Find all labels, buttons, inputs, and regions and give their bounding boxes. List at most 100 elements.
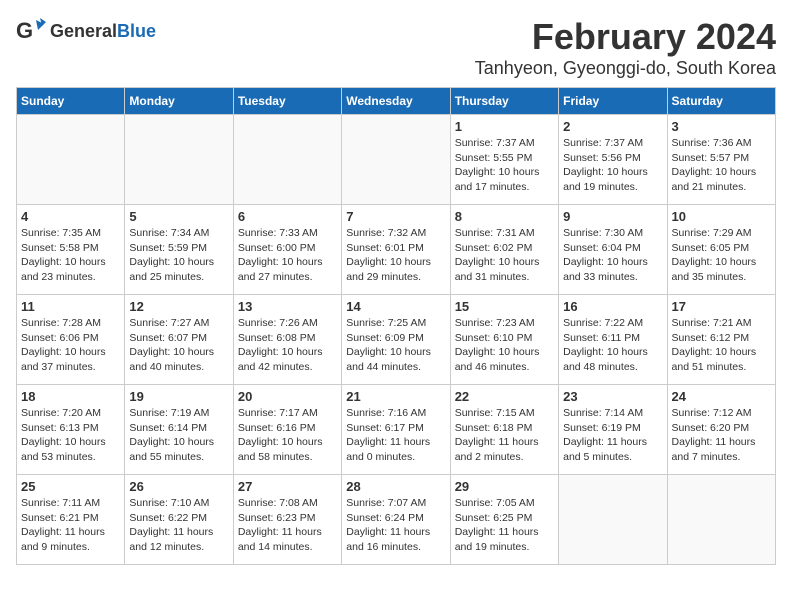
calendar-cell: 10 Sunrise: 7:29 AM Sunset: 6:05 PM Dayli… <box>667 205 775 295</box>
logo-blue: Blue <box>117 21 156 41</box>
day-info: Sunrise: 7:22 AM Sunset: 6:11 PM Dayligh… <box>563 316 662 375</box>
day-number: 21 <box>346 389 445 404</box>
day-number: 29 <box>455 479 554 494</box>
calendar-cell: 8 Sunrise: 7:31 AM Sunset: 6:02 PM Daylig… <box>450 205 558 295</box>
calendar-cell: 29 Sunrise: 7:05 AM Sunset: 6:25 PM Dayli… <box>450 475 558 565</box>
day-number: 19 <box>129 389 228 404</box>
calendar-cell: 28 Sunrise: 7:07 AM Sunset: 6:24 PM Dayli… <box>342 475 450 565</box>
calendar-cell: 2 Sunrise: 7:37 AM Sunset: 5:56 PM Daylig… <box>559 115 667 205</box>
day-number: 5 <box>129 209 228 224</box>
day-info: Sunrise: 7:29 AM Sunset: 6:05 PM Dayligh… <box>672 226 771 285</box>
title-area: February 2024 Tanhyeon, Gyeonggi-do, Sou… <box>475 16 776 79</box>
calendar-cell <box>667 475 775 565</box>
day-number: 18 <box>21 389 120 404</box>
day-info: Sunrise: 7:08 AM Sunset: 6:23 PM Dayligh… <box>238 496 337 555</box>
day-number: 25 <box>21 479 120 494</box>
calendar-cell: 3Sunrise: 7:36 AM Sunset: 5:57 PM Daylig… <box>667 115 775 205</box>
day-number: 7 <box>346 209 445 224</box>
day-info: Sunrise: 7:33 AM Sunset: 6:00 PM Dayligh… <box>238 226 337 285</box>
calendar-cell: 12Sunrise: 7:27 AM Sunset: 6:07 PM Dayli… <box>125 295 233 385</box>
day-info: Sunrise: 7:05 AM Sunset: 6:25 PM Dayligh… <box>455 496 554 555</box>
calendar-cell: 13Sunrise: 7:26 AM Sunset: 6:08 PM Dayli… <box>233 295 341 385</box>
day-info: Sunrise: 7:32 AM Sunset: 6:01 PM Dayligh… <box>346 226 445 285</box>
calendar-cell <box>125 115 233 205</box>
day-info: Sunrise: 7:11 AM Sunset: 6:21 PM Dayligh… <box>21 496 120 555</box>
calendar-cell: 9 Sunrise: 7:30 AM Sunset: 6:04 PM Daylig… <box>559 205 667 295</box>
calendar-cell: 16 Sunrise: 7:22 AM Sunset: 6:11 PM Dayli… <box>559 295 667 385</box>
day-number: 10 <box>672 209 771 224</box>
calendar-body: 1 Sunrise: 7:37 AM Sunset: 5:55 PM Daylig… <box>17 115 776 565</box>
header-monday: Monday <box>125 88 233 115</box>
day-number: 12 <box>129 299 228 314</box>
day-info: Sunrise: 7:19 AM Sunset: 6:14 PM Dayligh… <box>129 406 228 465</box>
page-header: G GeneralBlue February 2024 Tanhyeon, Gy… <box>16 16 776 79</box>
calendar-cell <box>559 475 667 565</box>
header-tuesday: Tuesday <box>233 88 341 115</box>
calendar-cell: 15 Sunrise: 7:23 AM Sunset: 6:10 PM Dayli… <box>450 295 558 385</box>
header-friday: Friday <box>559 88 667 115</box>
day-info: Sunrise: 7:37 AM Sunset: 5:55 PM Dayligh… <box>455 136 554 195</box>
day-info: Sunrise: 7:17 AM Sunset: 6:16 PM Dayligh… <box>238 406 337 465</box>
svg-text:G: G <box>16 18 33 43</box>
calendar-cell: 20 Sunrise: 7:17 AM Sunset: 6:16 PM Dayli… <box>233 385 341 475</box>
day-info: Sunrise: 7:16 AM Sunset: 6:17 PM Dayligh… <box>346 406 445 465</box>
logo-icon: G <box>16 16 46 46</box>
day-number: 20 <box>238 389 337 404</box>
day-info: Sunrise: 7:35 AM Sunset: 5:58 PM Dayligh… <box>21 226 120 285</box>
day-info: Sunrise: 7:31 AM Sunset: 6:02 PM Dayligh… <box>455 226 554 285</box>
day-number: 26 <box>129 479 228 494</box>
day-info: Sunrise: 7:34 AM Sunset: 5:59 PM Dayligh… <box>129 226 228 285</box>
day-info: Sunrise: 7:21 AM Sunset: 6:12 PM Dayligh… <box>672 316 771 375</box>
header-thursday: Thursday <box>450 88 558 115</box>
day-number: 8 <box>455 209 554 224</box>
day-number: 13 <box>238 299 337 314</box>
day-info: Sunrise: 7:30 AM Sunset: 6:04 PM Dayligh… <box>563 226 662 285</box>
day-number: 11 <box>21 299 120 314</box>
calendar-cell: 19 Sunrise: 7:19 AM Sunset: 6:14 PM Dayli… <box>125 385 233 475</box>
day-info: Sunrise: 7:14 AM Sunset: 6:19 PM Dayligh… <box>563 406 662 465</box>
calendar-cell: 1 Sunrise: 7:37 AM Sunset: 5:55 PM Daylig… <box>450 115 558 205</box>
day-number: 16 <box>563 299 662 314</box>
day-info: Sunrise: 7:37 AM Sunset: 5:56 PM Dayligh… <box>563 136 662 195</box>
day-number: 9 <box>563 209 662 224</box>
calendar-cell: 23 Sunrise: 7:14 AM Sunset: 6:19 PM Dayli… <box>559 385 667 475</box>
day-number: 23 <box>563 389 662 404</box>
calendar-cell: 21 Sunrise: 7:16 AM Sunset: 6:17 PM Dayli… <box>342 385 450 475</box>
day-number: 15 <box>455 299 554 314</box>
day-number: 24 <box>672 389 771 404</box>
calendar-cell: 22Sunrise: 7:15 AM Sunset: 6:18 PM Dayli… <box>450 385 558 475</box>
weekday-header-row: Sunday Monday Tuesday Wednesday Thursday… <box>17 88 776 115</box>
day-info: Sunrise: 7:12 AM Sunset: 6:20 PM Dayligh… <box>672 406 771 465</box>
day-info: Sunrise: 7:20 AM Sunset: 6:13 PM Dayligh… <box>21 406 120 465</box>
calendar-cell <box>342 115 450 205</box>
day-info: Sunrise: 7:10 AM Sunset: 6:22 PM Dayligh… <box>129 496 228 555</box>
day-number: 17 <box>672 299 771 314</box>
calendar-week-row: 1 Sunrise: 7:37 AM Sunset: 5:55 PM Daylig… <box>17 115 776 205</box>
calendar-cell: 18 Sunrise: 7:20 AM Sunset: 6:13 PM Dayli… <box>17 385 125 475</box>
logo-general: General <box>50 21 117 41</box>
day-number: 14 <box>346 299 445 314</box>
day-number: 28 <box>346 479 445 494</box>
header-wednesday: Wednesday <box>342 88 450 115</box>
header-saturday: Saturday <box>667 88 775 115</box>
day-info: Sunrise: 7:07 AM Sunset: 6:24 PM Dayligh… <box>346 496 445 555</box>
calendar-cell <box>233 115 341 205</box>
day-number: 27 <box>238 479 337 494</box>
day-info: Sunrise: 7:15 AM Sunset: 6:18 PM Dayligh… <box>455 406 554 465</box>
day-info: Sunrise: 7:23 AM Sunset: 6:10 PM Dayligh… <box>455 316 554 375</box>
day-info: Sunrise: 7:28 AM Sunset: 6:06 PM Dayligh… <box>21 316 120 375</box>
day-info: Sunrise: 7:36 AM Sunset: 5:57 PM Dayligh… <box>672 136 771 195</box>
location-subtitle: Tanhyeon, Gyeonggi-do, South Korea <box>475 58 776 79</box>
calendar-cell: 27 Sunrise: 7:08 AM Sunset: 6:23 PM Dayli… <box>233 475 341 565</box>
day-number: 2 <box>563 119 662 134</box>
day-number: 1 <box>455 119 554 134</box>
calendar-table: Sunday Monday Tuesday Wednesday Thursday… <box>16 87 776 565</box>
calendar-week-row: 4Sunrise: 7:35 AM Sunset: 5:58 PM Daylig… <box>17 205 776 295</box>
calendar-week-row: 11 Sunrise: 7:28 AM Sunset: 6:06 PM Dayli… <box>17 295 776 385</box>
header-sunday: Sunday <box>17 88 125 115</box>
calendar-cell: 6Sunrise: 7:33 AM Sunset: 6:00 PM Daylig… <box>233 205 341 295</box>
calendar-cell: 7 Sunrise: 7:32 AM Sunset: 6:01 PM Daylig… <box>342 205 450 295</box>
calendar-cell: 11 Sunrise: 7:28 AM Sunset: 6:06 PM Dayli… <box>17 295 125 385</box>
month-year-title: February 2024 <box>475 16 776 58</box>
calendar-cell <box>17 115 125 205</box>
